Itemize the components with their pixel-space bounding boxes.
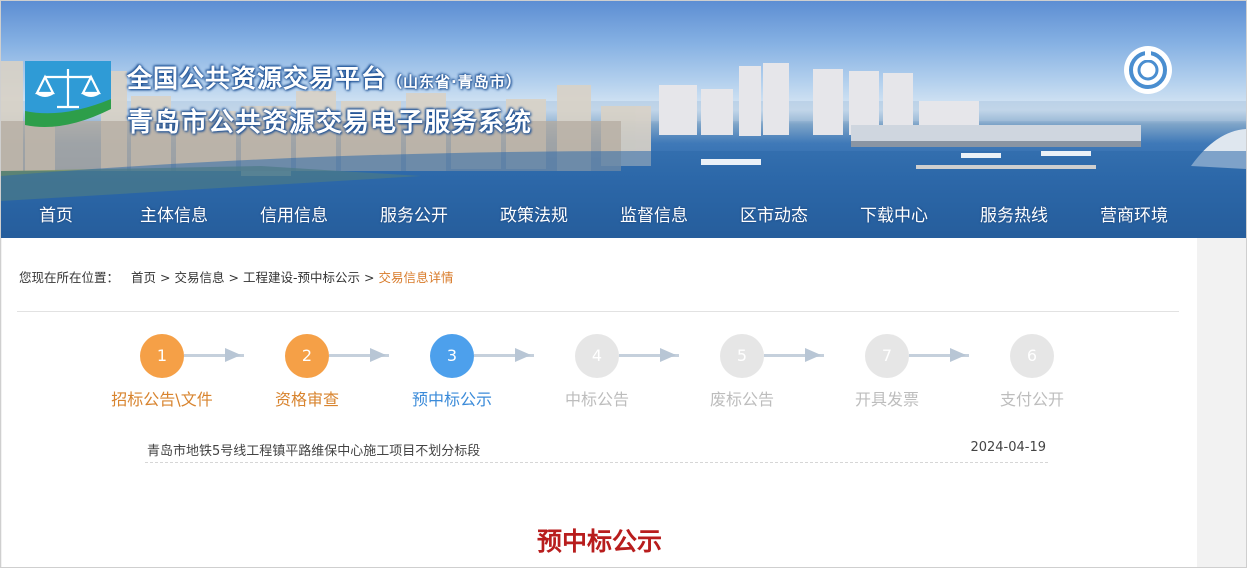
platform-title-main: 全国公共资源交易平台 [127, 64, 388, 93]
nav-service-disclosure[interactable]: 服务公开 [380, 201, 448, 226]
scales-of-justice-logo [25, 61, 111, 127]
step-4-label[interactable]: 中标公告 [527, 386, 667, 410]
breadcrumb-prefix: 您现在所在位置： [19, 270, 120, 285]
step-7-circle[interactable]: 6 [1010, 334, 1054, 378]
step-5-label[interactable]: 废标公告 [672, 386, 812, 410]
nav-policies[interactable]: 政策法规 [500, 201, 568, 226]
platform-title: 全国公共资源交易平台（山东省·青岛市） [127, 59, 522, 95]
header-banner: 全国公共资源交易平台（山东省·青岛市） 青岛市公共资源交易电子服务系统 首页 主… [1, 1, 1246, 238]
nav-home[interactable]: 首页 [39, 201, 73, 226]
nav-business-env[interactable]: 营商环境 [1100, 201, 1168, 226]
nav-credit-info[interactable]: 信用信息 [260, 201, 328, 226]
step-1-circle[interactable]: 1 [140, 334, 184, 378]
nav-entity-info[interactable]: 主体信息 [140, 201, 208, 226]
step-arrow-icon [805, 348, 821, 362]
breadcrumb-separator: > [364, 270, 375, 285]
step-6-circle[interactable]: 7 [865, 334, 909, 378]
step-arrow-icon [225, 348, 241, 362]
step-3-label[interactable]: 预中标公示 [382, 386, 522, 410]
page-frame: 全国公共资源交易平台（山东省·青岛市） 青岛市公共资源交易电子服务系统 首页 主… [0, 0, 1247, 568]
step-2-circle[interactable]: 2 [285, 334, 329, 378]
step-1-label[interactable]: 招标公告\文件 [92, 386, 232, 410]
nav-district-news[interactable]: 区市动态 [740, 201, 808, 226]
step-6-label[interactable]: 开具发票 [817, 386, 957, 410]
breadcrumb-link-trade-info[interactable]: 交易信息 [175, 270, 225, 285]
step-2-label[interactable]: 资格审查 [237, 386, 377, 410]
breadcrumb-link-construction[interactable]: 工程建设-预中标公示 [243, 270, 360, 285]
breadcrumb: 您现在所在位置： 首页 > 交易信息 > 工程建设-预中标公示 > 交易信息详情 [19, 267, 454, 286]
nav-downloads[interactable]: 下载中心 [860, 201, 928, 226]
step-arrow-icon [660, 348, 676, 362]
step-3-circle[interactable]: 3 [430, 334, 474, 378]
platform-title-region: （山东省·青岛市） [387, 73, 522, 91]
step-5-circle[interactable]: 5 [720, 334, 764, 378]
project-name: 青岛市地铁5号线工程镇平路维保中心施工项目不划分标段 [147, 444, 481, 459]
breadcrumb-separator: > [160, 270, 171, 285]
power-icon[interactable] [1121, 43, 1175, 97]
nav-hotline[interactable]: 服务热线 [980, 201, 1048, 226]
step-4-circle[interactable]: 4 [575, 334, 619, 378]
breadcrumb-link-home[interactable]: 首页 [131, 270, 156, 285]
project-date: 2024-04-19 [970, 440, 1046, 455]
project-row: 青岛市地铁5号线工程镇平路维保中心施工项目不划分标段 2024-04-19 [145, 436, 1048, 463]
breadcrumb-separator: > [228, 270, 239, 285]
divider [17, 311, 1179, 312]
main-content: 您现在所在位置： 首页 > 交易信息 > 工程建设-预中标公示 > 交易信息详情 1 招标公… [2, 238, 1197, 567]
page-heading: 预中标公示 [536, 527, 662, 556]
system-title: 青岛市公共资源交易电子服务系统 [127, 108, 533, 138]
step-arrow-icon [370, 348, 386, 362]
step-arrow-icon [950, 348, 966, 362]
step-7-label[interactable]: 支付公开 [962, 386, 1102, 410]
nav-supervision[interactable]: 监督信息 [620, 201, 688, 226]
step-arrow-icon [515, 348, 531, 362]
breadcrumb-current: 交易信息详情 [378, 270, 454, 285]
